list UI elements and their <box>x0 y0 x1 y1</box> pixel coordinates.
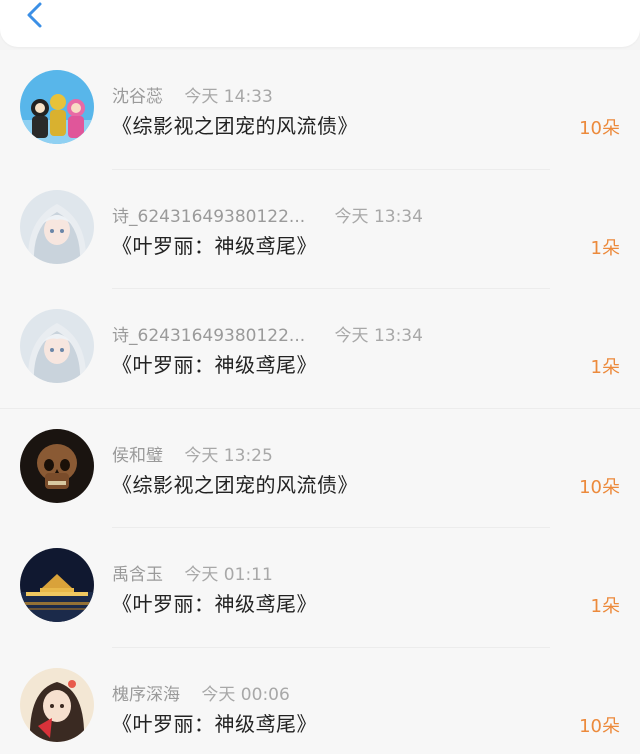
top-bar <box>0 0 640 47</box>
meta-line: 侯和璧 今天 13:25 <box>112 441 273 466</box>
gift-amount: 10朵 <box>579 715 620 737</box>
book-title[interactable]: 《综影视之团宠的风流债》 <box>112 469 358 498</box>
gift-amount: 1朵 <box>590 237 620 259</box>
list-item[interactable]: 诗_62431649380122... 今天 13:34 《叶罗丽：神级鸢尾》 … <box>0 169 640 289</box>
user-name[interactable]: 诗_62431649380122... <box>112 202 305 227</box>
avatar[interactable] <box>20 309 94 383</box>
meta-line: 诗_62431649380122... 今天 13:34 <box>112 202 423 227</box>
gift-record-page: 沈谷蕊 今天 14:33 《综影视之团宠的风流债》 10朵 诗_62431649… <box>0 0 640 754</box>
skull-avatar-icon <box>20 428 94 503</box>
user-name[interactable]: 侯和璧 <box>112 441 163 466</box>
anime-fan-girl-avatar-icon <box>20 667 94 742</box>
timestamp: 今天 01:11 <box>184 565 273 585</box>
gift-list: 沈谷蕊 今天 14:33 《综影视之团宠的风流债》 10朵 诗_62431649… <box>0 50 640 754</box>
gift-amount: 1朵 <box>590 596 620 617</box>
avatar[interactable] <box>20 667 94 742</box>
chevron-left-icon <box>27 2 42 28</box>
list-item[interactable]: 沈谷蕊 今天 14:33 《综影视之团宠的风流债》 10朵 <box>0 50 640 170</box>
timestamp: 今天 13:34 <box>334 326 423 346</box>
avatar[interactable] <box>20 548 94 622</box>
timestamp: 今天 13:25 <box>184 445 273 466</box>
list-item[interactable]: 诗_62431649380122... 今天 13:34 《叶罗丽：神级鸢尾》 … <box>0 289 640 409</box>
book-title[interactable]: 《叶罗丽：神级鸢尾》 <box>112 708 317 737</box>
timestamp: 今天 00:06 <box>201 684 290 705</box>
list-item[interactable]: 槐序深海 今天 00:06 《叶罗丽：神级鸢尾》 10朵 <box>0 647 640 754</box>
user-name[interactable]: 诗_62431649380122... <box>112 321 305 346</box>
list-item[interactable]: 禹含玉 今天 01:11 《叶罗丽：神级鸢尾》 1朵 <box>0 528 640 648</box>
timestamp: 今天 14:33 <box>184 87 273 107</box>
gift-amount: 10朵 <box>579 118 620 139</box>
user-name[interactable]: 沈谷蕊 <box>112 82 163 107</box>
cartoon-avatar-icon <box>20 70 94 144</box>
timestamp: 今天 13:34 <box>334 206 423 227</box>
user-name[interactable]: 槐序深海 <box>112 680 180 705</box>
meta-line: 槐序深海 今天 00:06 <box>112 680 290 705</box>
meta-line: 禹含玉 今天 01:11 <box>112 560 273 585</box>
night-city-avatar-icon <box>20 548 94 622</box>
book-title[interactable]: 《综影视之团宠的风流债》 <box>112 110 358 139</box>
list-item[interactable]: 侯和璧 今天 13:25 《综影视之团宠的风流债》 10朵 <box>0 408 640 528</box>
book-title[interactable]: 《叶罗丽：神级鸢尾》 <box>112 349 317 378</box>
gift-amount: 10朵 <box>579 476 620 498</box>
meta-line: 诗_62431649380122... 今天 13:34 <box>112 321 423 346</box>
book-title[interactable]: 《叶罗丽：神级鸢尾》 <box>112 588 317 617</box>
anime-girl-avatar-icon <box>20 309 94 383</box>
back-button[interactable] <box>22 0 50 32</box>
anime-girl-avatar-icon <box>20 189 94 264</box>
book-title[interactable]: 《叶罗丽：神级鸢尾》 <box>112 230 317 259</box>
user-name[interactable]: 禹含玉 <box>112 560 163 585</box>
gift-amount: 1朵 <box>590 357 620 378</box>
avatar[interactable] <box>20 428 94 503</box>
avatar[interactable] <box>20 189 94 264</box>
meta-line: 沈谷蕊 今天 14:33 <box>112 82 273 107</box>
avatar[interactable] <box>20 70 94 144</box>
